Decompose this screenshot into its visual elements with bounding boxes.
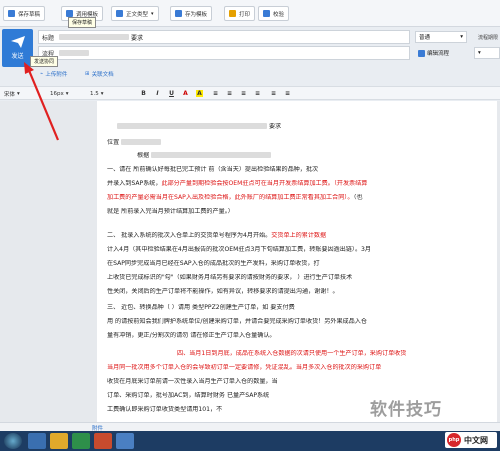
- align-left-icon[interactable]: ≡: [212, 90, 219, 97]
- doc-line: 计入4月（其中检验结果在4月出报告的批次OEM驻点3月下旬结算加工费，转账要因逾…: [107, 246, 372, 253]
- print-button[interactable]: 打印: [224, 6, 256, 21]
- format-toolbar: 宋体 ▾ 16px ▾ 1.5 ▾ B I U A A ≡ ≡ ≡ ≡ ≡ ≡: [0, 86, 500, 100]
- redacted-text: [151, 152, 272, 158]
- verify-icon: [263, 10, 270, 17]
- chevron-down-icon: ▾: [478, 50, 481, 56]
- align-center-icon[interactable]: ≡: [226, 90, 233, 97]
- site-logo: php 中文网: [445, 432, 497, 448]
- redacted-text: [59, 50, 89, 56]
- deadline-select[interactable]: ▾: [474, 47, 500, 59]
- watermark: 软件技巧: [370, 400, 442, 420]
- italic-icon[interactable]: I: [154, 90, 161, 97]
- document-body[interactable]: 要求 位置 根据 一、请在 所前确认好每批已完工预计 前（含当天）提出检验结果的…: [97, 101, 497, 422]
- doc-line: 性关闭，关闭后的生产订单将不能操作，如有异议，转移要求的请提出沟通，谢谢！。: [107, 288, 339, 295]
- send-tooltip: 发送协同: [30, 56, 59, 67]
- browser-icon[interactable]: [116, 433, 134, 449]
- toolbar-tooltip: 保存草稿: [68, 17, 97, 28]
- redacted-text: [59, 34, 129, 40]
- taskbar-app-icon[interactable]: [28, 433, 46, 449]
- document-icon: [116, 10, 123, 17]
- doc-line: 量有冲销，更正/分割次的请勿 请在修正生产订单入仓量确认。: [107, 332, 276, 339]
- body-type-button[interactable]: 正文类型 ▾: [111, 6, 159, 21]
- importance-select[interactable]: 普通 ▾: [415, 31, 467, 43]
- annotation-arrow-icon: [24, 62, 60, 141]
- save-icon: [8, 10, 15, 17]
- doc-line: 上收货已完成标识的"勾"（如果财务月结另有要求的请按财务的要求， ）进行生产订单…: [107, 274, 353, 281]
- save-draft-button[interactable]: 保存草稿: [3, 6, 46, 21]
- chevron-down-icon: ▾: [17, 90, 20, 97]
- doc-line: 一、请在 所前确认好每批已完工预计 前（含当天）提出检验结果的品种，批次: [107, 166, 319, 173]
- doc-line: 三、 近包、转换品种（ ）请用 类型PPZ2创建生产订单，如 要支付费: [107, 304, 295, 311]
- verify-button[interactable]: 校验: [258, 6, 290, 21]
- edit-flow-button[interactable]: 编辑流程: [415, 47, 467, 59]
- doc-line: 当月同一批次用多个订单入仓的会导致初订单一定要请修，凭证混乱。当月多次入仓的批次…: [107, 364, 382, 371]
- folder-icon[interactable]: [50, 433, 68, 449]
- doc-line: 用 的请按前知会我们牌护系统单位/创建采购订单，并请合要完成采购订单收货！另外果…: [107, 318, 367, 325]
- line-spacing-select[interactable]: 1.5 ▾: [90, 89, 104, 98]
- taskbar-app-icon[interactable]: [94, 433, 112, 449]
- justify-icon[interactable]: ≡: [254, 90, 261, 97]
- deadline-label: 流程期限: [478, 35, 499, 41]
- font-family-select[interactable]: 宋体 ▾: [4, 89, 20, 98]
- start-button-icon[interactable]: [4, 433, 22, 449]
- title-field[interactable]: 标题 要求: [38, 30, 410, 44]
- ordered-list-icon[interactable]: ≡: [270, 90, 277, 97]
- status-bar: 附件: [0, 422, 500, 432]
- doc-line: 加工费的产量必需当月在SAP入出及检验合格，此外账厂的结算加工费正常看其加工合同…: [107, 194, 363, 201]
- align-right-icon[interactable]: ≡: [240, 90, 247, 97]
- chevron-down-icon: ▾: [65, 90, 69, 97]
- flow-field[interactable]: 流程: [38, 46, 410, 60]
- underline-icon[interactable]: U: [168, 90, 175, 97]
- redacted-text: [121, 139, 162, 145]
- bold-icon[interactable]: B: [140, 90, 147, 97]
- doc-line: 根据: [137, 152, 497, 160]
- redacted-text: [117, 123, 267, 129]
- php-logo-icon: php: [447, 433, 461, 447]
- taskbar-app-icon[interactable]: [72, 433, 90, 449]
- doc-heading: 要求: [117, 123, 497, 131]
- taskbar: [0, 431, 500, 451]
- chevron-down-icon: ▾: [460, 34, 463, 40]
- related-doc-link[interactable]: ⊞ 关联文档: [85, 70, 114, 78]
- doc-line: 并录入到SAP系统，此部分产量到期检验会按OEM驻点可在当月开发票结算加工费。（…: [107, 180, 368, 187]
- bullet-list-icon[interactable]: ≡: [284, 90, 291, 97]
- template-icon: [66, 10, 73, 17]
- doc-line: 二、 批录入系统的批次入仓单上的交货单号程序为4月开始。交货单上的累计数据: [107, 232, 327, 239]
- flow-icon: [418, 49, 425, 57]
- font-color-icon[interactable]: A: [182, 90, 189, 97]
- doc-line: 位置: [107, 139, 492, 147]
- template-save-icon: [175, 10, 182, 17]
- link-icon: ⊞: [85, 71, 90, 77]
- highlight-icon[interactable]: A: [196, 90, 203, 97]
- doc-line: 收货在月底采订单前请一次性录入当月生产订单入仓的数量，当: [107, 378, 278, 385]
- chevron-down-icon: ▾: [151, 10, 154, 17]
- doc-line: 就是 所前录入完当月预计结算加工费的产量。）: [107, 208, 234, 215]
- chevron-down-icon: ▾: [100, 90, 104, 97]
- doc-line: 在SAP同步完成当月已经在SAP入仓的成品批次的生产发料，采购订单收货，打: [107, 260, 320, 267]
- paper-plane-icon: [10, 36, 25, 48]
- doc-line: 四、当月1日到月底，成品在系统入仓数据的次请只使用一个生产订单，采购订单收货: [177, 350, 407, 357]
- save-template-button[interactable]: 存为模板: [170, 6, 213, 21]
- print-icon: [229, 10, 236, 17]
